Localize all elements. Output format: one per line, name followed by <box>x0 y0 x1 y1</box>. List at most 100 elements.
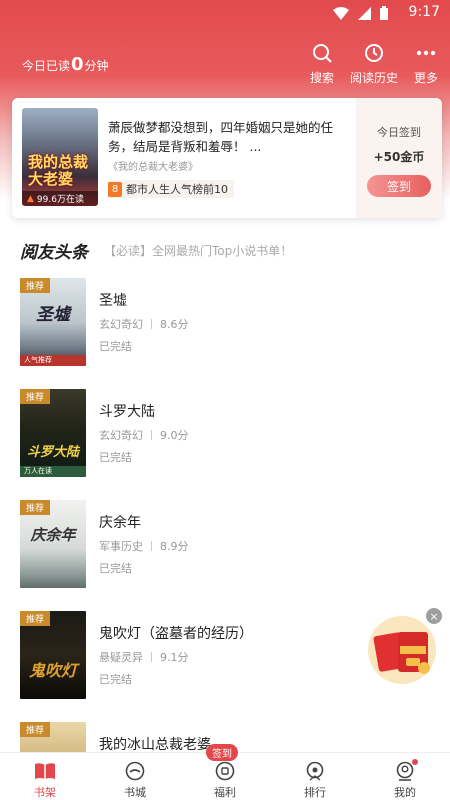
tab-label: 书架 <box>34 786 56 799</box>
book-cover-title: 圣墟 <box>36 305 70 325</box>
signin-reward: +50金币 <box>373 150 425 164</box>
more-label: 更多 <box>413 71 438 85</box>
notification-dot <box>412 759 418 765</box>
close-icon[interactable]: × <box>426 608 442 624</box>
recommend-tag: 推荐 <box>20 611 51 626</box>
book-status: 已完结 <box>99 340 132 353</box>
book-genre: 军事历史 <box>99 540 143 553</box>
book-genre: 玄幻奇幻 <box>99 429 143 442</box>
book-genre: 玄幻奇幻 <box>99 318 143 331</box>
book-cover-band: 万人在读 <box>20 466 86 477</box>
history-button[interactable]: 阅读历史 <box>350 42 398 86</box>
book-cover-title: 庆余年 <box>30 526 76 544</box>
status-bar: 9:17 <box>0 0 450 26</box>
book-meta: 军事历史 8.9分 <box>99 538 189 554</box>
welfare-icon <box>214 761 236 781</box>
search-icon <box>311 42 333 64</box>
divider <box>151 430 152 440</box>
search-label: 搜索 <box>309 71 334 85</box>
bookstore-icon <box>124 761 146 781</box>
tab-bar: 书架 书城 签到 福利 排行 我的 <box>0 744 450 800</box>
tab-bookshelf[interactable]: 书架 <box>0 753 90 800</box>
book-cover-title: 斗罗大陆 <box>26 445 79 460</box>
book-cover[interactable]: 推荐 圣墟 人气推荐 <box>20 278 86 366</box>
book-cover[interactable]: 推荐 斗罗大陆 万人在读 <box>20 389 86 477</box>
featured-source: 《我的总裁大老婆》 <box>108 162 198 173</box>
read-today-prefix: 今日已读 <box>22 59 71 73</box>
book-meta: 玄幻奇幻 9.0分 <box>99 427 189 443</box>
floating-gift-banner[interactable]: × <box>362 608 442 688</box>
tab-label: 排行 <box>304 786 326 799</box>
signin-button[interactable]: 签到 <box>367 175 431 197</box>
tab-profile[interactable]: 我的 <box>360 753 450 800</box>
divider <box>151 319 152 329</box>
book-score: 8.6分 <box>160 318 189 331</box>
wifi-icon <box>333 6 349 20</box>
book-status: 已完结 <box>99 451 132 464</box>
book-score: 9.0分 <box>160 429 189 442</box>
headline-tagline[interactable]: 【必读】全网最热门Top小说书单！ <box>104 242 292 259</box>
book-status: 已完结 <box>99 562 132 575</box>
tab-label: 我的 <box>394 786 416 799</box>
top-actions: 搜索 阅读历史 更多 <box>310 42 438 86</box>
book-cover[interactable]: 推荐 庆余年 <box>20 500 86 588</box>
read-today-suffix: 分钟 <box>84 59 109 73</box>
book-title[interactable]: 斗罗大陆 <box>99 401 155 421</box>
book-cover[interactable]: 推荐 鬼吹灯 <box>20 611 86 699</box>
divider <box>151 541 152 551</box>
signin-badge: 签到 <box>206 744 238 761</box>
battery-icon <box>380 6 388 20</box>
headline[interactable]: 阅友头条 【必读】全网最热门Top小说书单！ <box>20 238 292 263</box>
book-genre: 悬疑灵异 <box>99 651 143 664</box>
recommend-tag: 推荐 <box>20 278 51 293</box>
history-label: 阅读历史 <box>349 71 398 85</box>
book-title[interactable]: 庆余年 <box>99 512 141 532</box>
featured-heat-text: 99.6万在读 <box>36 195 84 205</box>
rank-icon <box>304 761 326 781</box>
rank-badge-icon: 8 <box>108 181 122 197</box>
book-meta: 悬疑灵异 9.1分 <box>99 649 189 665</box>
flame-icon: ▲ <box>27 193 34 204</box>
tab-welfare[interactable]: 签到 福利 <box>180 744 270 800</box>
signin-label: 今日签到 <box>377 126 421 139</box>
tab-label: 福利 <box>214 786 236 799</box>
recommend-tag: 推荐 <box>20 722 51 737</box>
book-title[interactable]: 鬼吹灯（盗墓者的经历） <box>99 623 253 643</box>
book-cover-band: 人气推荐 <box>20 355 86 366</box>
tab-rank[interactable]: 排行 <box>270 753 360 800</box>
headline-title: 阅友头条 <box>20 243 88 263</box>
more-button[interactable]: 更多 <box>414 42 438 86</box>
signin-panel: 今日签到 +50金币 签到 <box>356 98 442 218</box>
status-time: 9:17 <box>408 4 440 20</box>
book-score: 9.1分 <box>160 651 189 664</box>
book-score: 8.9分 <box>160 540 189 553</box>
read-today-minutes: 0 <box>71 54 84 75</box>
book-cover[interactable]: 推荐 <box>20 722 86 752</box>
featured-description: 萧辰做梦都没想到，四年婚姻只是她的任务，结局是背叛和羞辱！ ... <box>108 120 334 154</box>
book-title[interactable]: 我的冰山总裁老婆 <box>99 734 211 752</box>
book-meta: 玄幻奇幻 8.6分 <box>99 316 189 332</box>
recommend-tag: 推荐 <box>20 500 51 515</box>
recommend-tag: 推荐 <box>20 389 51 404</box>
bookshelf-icon <box>34 761 56 781</box>
list-item[interactable]: 推荐 斗罗大陆 万人在读 斗罗大陆 玄幻奇幻 9.0分 已完结 <box>0 389 450 489</box>
book-cover-title: 鬼吹灯 <box>28 661 77 680</box>
search-button[interactable]: 搜索 <box>310 42 334 86</box>
featured-heat: ▲ 99.6万在读 <box>22 191 98 206</box>
list-item[interactable]: 推荐 圣墟 人气推荐 圣墟 玄幻奇幻 8.6分 已完结 <box>0 278 450 378</box>
divider <box>151 652 152 662</box>
more-icon <box>415 42 437 64</box>
read-today: 今日已读 0 分钟 <box>22 54 109 75</box>
featured-rank: 8 都市人生人气榜前10 <box>108 180 234 198</box>
clock-icon <box>363 42 385 64</box>
tab-label: 书城 <box>124 786 146 799</box>
tab-bookstore[interactable]: 书城 <box>90 753 180 800</box>
featured-cover-title: 我的总裁大老婆 <box>28 153 89 188</box>
book-status: 已完结 <box>99 673 132 686</box>
featured-rank-text: 都市人生人气榜前10 <box>126 183 228 196</box>
featured-book-cover[interactable]: 我的总裁大老婆 ▲ 99.6万在读 <box>22 108 98 206</box>
list-item[interactable]: 推荐 庆余年 庆余年 军事历史 8.9分 已完结 <box>0 500 450 600</box>
book-title[interactable]: 圣墟 <box>99 290 127 310</box>
signal-icon <box>358 6 371 20</box>
featured-book-card[interactable]: 我的总裁大老婆 ▲ 99.6万在读 萧辰做梦都没想到，四年婚姻只是她的任务，结局… <box>12 98 442 218</box>
